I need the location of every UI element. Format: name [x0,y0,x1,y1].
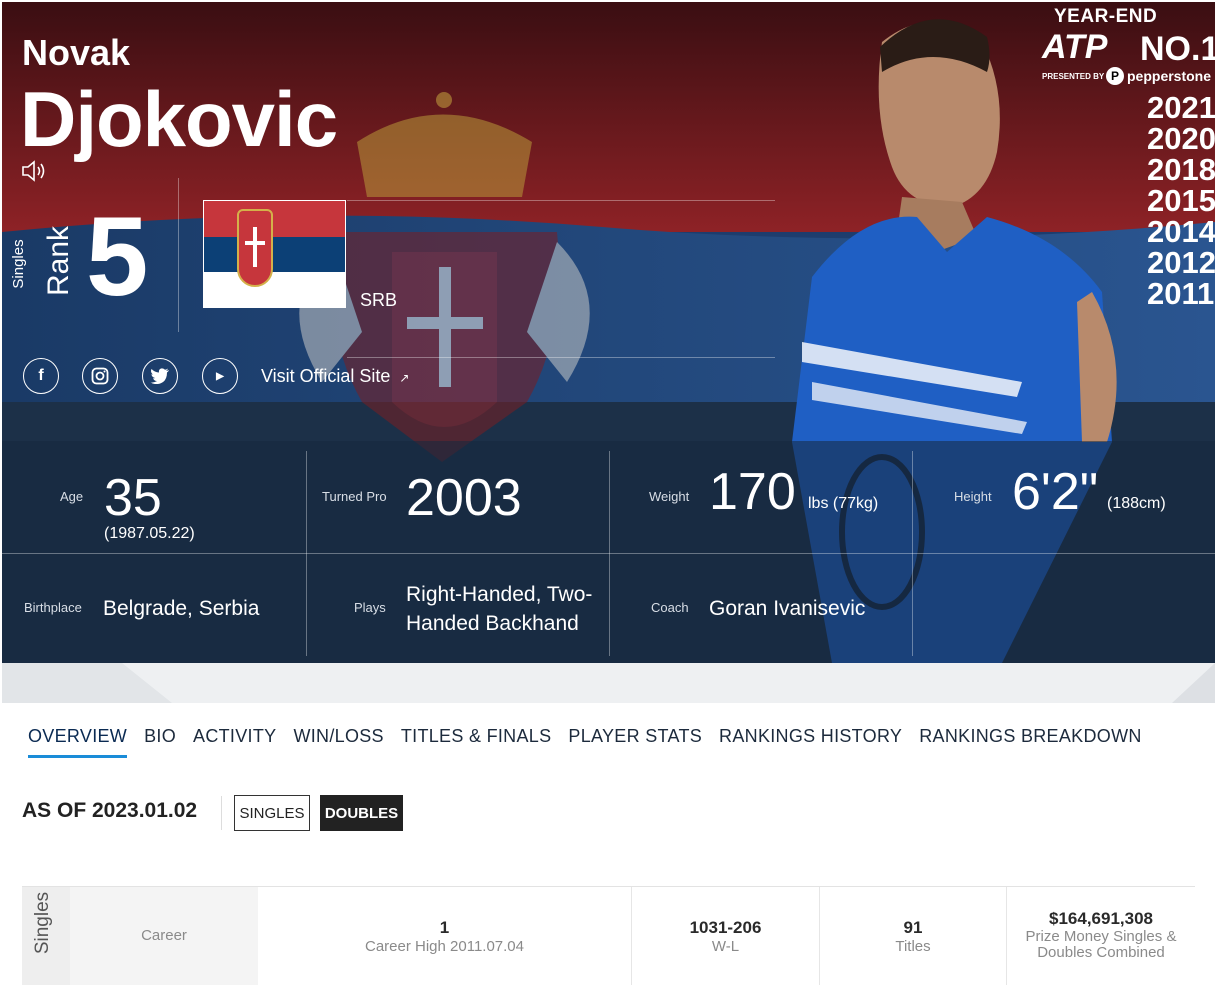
win-loss-value: 1031-206 [689,918,762,937]
tab-overview[interactable]: OVERVIEW [28,726,128,758]
career-high-cell: 1 Career High 2011.07.04 [258,887,632,985]
career-stats-table: Singles Career 1 Career High 2011.07.04 … [22,886,1195,986]
facebook-icon[interactable]: f [23,358,59,394]
career-high-value: 1 [439,918,450,937]
coach-value: Goran Ivanisevic [709,597,866,620]
tab-titles-finals[interactable]: TITLES & FINALS [401,726,552,758]
audio-pronunciation-icon[interactable] [20,159,48,183]
serbia-flag [203,200,346,308]
titles-label: Titles [895,938,931,955]
singles-toggle-button[interactable]: SINGLES [234,795,310,831]
titles-cell: 91 Titles [820,887,1007,985]
tab-player-stats[interactable]: PLAYER STATS [568,726,702,758]
year-end-year: 2014 [1147,214,1215,249]
turned-pro-label: Turned Pro [322,489,387,504]
prize-money-label-1: Prize Money Singles & [1025,928,1177,945]
serbia-coat-icon [237,209,273,287]
prize-money-label-2: Doubles Combined [1037,944,1165,961]
flag-top-rule [347,200,775,201]
official-site-link[interactable]: Visit Official Site ↗ [261,366,409,387]
youtube-icon[interactable]: ▶ [202,358,238,394]
tab-win-loss[interactable]: WIN/LOSS [293,726,383,758]
profile-tabs: OVERVIEW BIO ACTIVITY WIN/LOSS TITLES & FINA… [28,726,1142,758]
year-end-year: 2015 [1147,183,1215,218]
hero-bottom-band [2,663,1215,703]
rank-type-label: Singles [10,239,27,289]
player-first-name: Novak [22,32,131,73]
age-value: 35 [104,469,162,527]
band-decoration [2,663,1215,703]
player-last-name: Djokovic [20,75,338,163]
pepperstone-logo-icon: P [1106,67,1124,85]
coach-label: Coach [651,600,689,615]
year-end-year: 2018 [1147,152,1215,187]
age-label: Age [60,489,84,504]
year-end-year: 2021 [1147,90,1215,125]
height-value: 6'2" [1012,463,1099,521]
tab-activity[interactable]: ACTIVITY [193,726,276,758]
presented-by-label: PRESENTED BY [1042,72,1105,81]
height-label: Height [954,489,992,504]
twitter-icon[interactable] [142,358,178,394]
win-loss-cell: 1031-206 W-L [632,887,820,985]
plays-value-line-1: Right-Handed, Two- [406,583,593,606]
tab-rankings-breakdown[interactable]: RANKINGS BREAKDOWN [919,726,1141,758]
birthplace-label: Birthplace [24,600,82,615]
prize-money-value: $164,691,308 [1049,909,1153,928]
titles-value: 91 [903,918,923,937]
win-loss-label: W-L [711,938,740,955]
doubles-toggle-button[interactable]: DOUBLES [320,795,403,831]
turned-pro-value: 2003 [406,469,522,527]
birthplace-value: Belgrade, Serbia [103,597,260,620]
side-label-cell: Singles [22,887,70,985]
rank-label: Rank [42,225,75,297]
external-link-icon: ↗ [399,371,410,385]
official-site-label[interactable]: Visit Official Site [261,366,390,386]
year-end-title: YEAR-END [1054,6,1158,27]
weight-value: 170 [709,463,796,521]
weight-unit: lbs (77kg) [808,495,879,512]
career-row-label-cell: Career [70,887,258,985]
plays-value-line-2: Handed Backhand [406,612,579,635]
career-row-label: Career [141,927,187,944]
year-end-year: 2020 [1147,121,1215,156]
country-code: SRB [360,290,398,310]
side-label: Singles [32,891,53,955]
tab-bio[interactable]: BIO [144,726,176,758]
weight-label: Weight [649,489,690,504]
career-high-label: Career High 2011.07.04 [365,938,524,955]
stats-divider [912,451,913,656]
year-end-year: 2011 [1147,276,1215,311]
stats-divider [609,451,610,656]
rank-divider [178,178,179,332]
rank-value: 5 [86,194,149,319]
year-end-year: 2012 [1147,245,1215,280]
sponsor-name: pepperstone [1127,68,1212,84]
as-of-date: AS OF 2023.01.02 [22,799,198,822]
prize-money-cell: $164,691,308 Prize Money Singles & Doubl… [1007,887,1195,985]
stats-divider [306,451,307,656]
birth-date: (1987.05.22) [104,525,195,542]
instagram-icon[interactable] [82,358,118,394]
player-hero: Novak Djokovic Singles Rank 5 SRB f ▶ Vi… [2,2,1215,663]
tab-rankings-history[interactable]: RANKINGS HISTORY [719,726,902,758]
no1-label: NO.1 [1140,30,1215,68]
atp-logo: ATP [1042,28,1108,66]
height-unit: (188cm) [1107,495,1166,512]
social-top-rule [347,357,775,358]
year-end-years: 2021 2020 2018 2015 2014 2012 2011 [1147,90,1215,311]
plays-label: Plays [354,600,386,615]
as-of-divider [221,796,222,830]
